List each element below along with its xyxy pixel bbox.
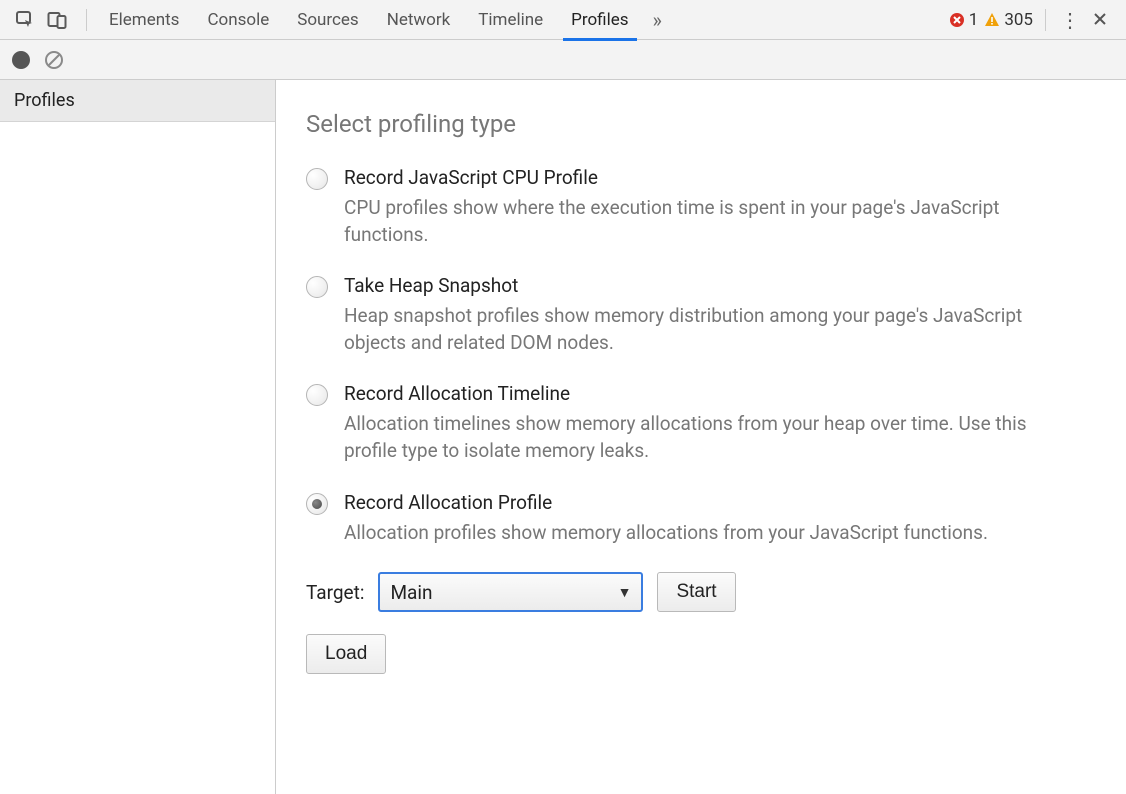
radio-allocation-profile[interactable] [306,493,328,515]
option-desc: Heap snapshot profiles show memory distr… [344,303,1064,356]
option-title: Record Allocation Profile [344,491,1096,514]
target-selected-value: Main [390,581,432,604]
option-text: Record Allocation Profile Allocation pro… [344,491,1096,547]
tab-network[interactable]: Network [373,0,465,40]
devtools-toolbar: Elements Console Sources Network Timelin… [0,0,1126,40]
toggle-device-mode-icon[interactable] [46,9,68,31]
tab-console[interactable]: Console [193,0,283,40]
option-desc: CPU profiles show where the execution ti… [344,195,1064,248]
option-allocation-profile[interactable]: Record Allocation Profile Allocation pro… [306,491,1096,547]
record-button[interactable] [12,51,30,69]
option-text: Record JavaScript CPU Profile CPU profil… [344,166,1096,248]
radio-heap-snapshot[interactable] [306,276,328,298]
toolbar-right: 1 305 ⋮ [949,8,1118,32]
option-allocation-timeline[interactable]: Record Allocation Timeline Allocation ti… [306,382,1096,464]
close-devtools-icon[interactable] [1088,8,1112,32]
tab-profiles[interactable]: Profiles [557,0,642,40]
tab-label: Elements [109,10,179,30]
target-label: Target: [306,581,364,604]
profiles-sidebar: Profiles [0,80,276,794]
start-button[interactable]: Start [657,572,735,612]
toolbar-divider [86,9,87,31]
warnings-indicator[interactable]: 305 [984,10,1033,30]
option-cpu-profile[interactable]: Record JavaScript CPU Profile CPU profil… [306,166,1096,248]
tab-label: Sources [297,10,358,30]
error-icon [949,12,965,28]
profiles-main-panel: Select profiling type Record JavaScript … [276,80,1126,794]
more-options-icon[interactable]: ⋮ [1058,8,1082,32]
page-title: Select profiling type [306,110,1096,138]
tab-label: Timeline [478,10,543,30]
option-desc: Allocation profiles show memory allocati… [344,520,1064,547]
load-button[interactable]: Load [306,634,386,674]
body-split: Profiles Select profiling type Record Ja… [0,80,1126,794]
target-row: Target: Main ▼ Start [306,572,1096,612]
inspect-element-icon[interactable] [14,9,36,31]
sidebar-section-header[interactable]: Profiles [0,80,275,122]
tab-label: Profiles [571,10,628,30]
tab-elements[interactable]: Elements [95,0,193,40]
option-text: Take Heap Snapshot Heap snapshot profile… [344,274,1096,356]
sidebar-section-title: Profiles [14,90,75,111]
tab-label: Network [387,10,451,30]
chevron-down-icon: ▼ [618,584,632,601]
start-button-label: Start [676,581,716,603]
option-title: Record JavaScript CPU Profile [344,166,1096,189]
radio-cpu-profile[interactable] [306,168,328,190]
load-button-label: Load [325,643,367,665]
option-title: Take Heap Snapshot [344,274,1096,297]
warning-icon [984,12,1000,28]
toolbar-left-icons [8,9,78,31]
option-title: Record Allocation Timeline [344,382,1096,405]
warnings-count: 305 [1004,10,1033,30]
radio-allocation-timeline[interactable] [306,384,328,406]
toolbar-divider [1045,9,1046,31]
tab-timeline[interactable]: Timeline [464,0,557,40]
profiles-secondary-toolbar [0,40,1126,80]
option-text: Record Allocation Timeline Allocation ti… [344,382,1096,464]
option-heap-snapshot[interactable]: Take Heap Snapshot Heap snapshot profile… [306,274,1096,356]
errors-indicator[interactable]: 1 [949,10,979,30]
tab-sources[interactable]: Sources [283,0,372,40]
target-select[interactable]: Main ▼ [378,572,643,612]
tab-label: Console [207,10,269,30]
option-desc: Allocation timelines show memory allocat… [344,411,1064,464]
clear-profiles-icon[interactable] [44,50,64,70]
tabs-overflow-icon[interactable]: » [643,8,672,32]
tabs-container: Elements Console Sources Network Timelin… [95,0,643,40]
errors-count: 1 [969,10,979,30]
